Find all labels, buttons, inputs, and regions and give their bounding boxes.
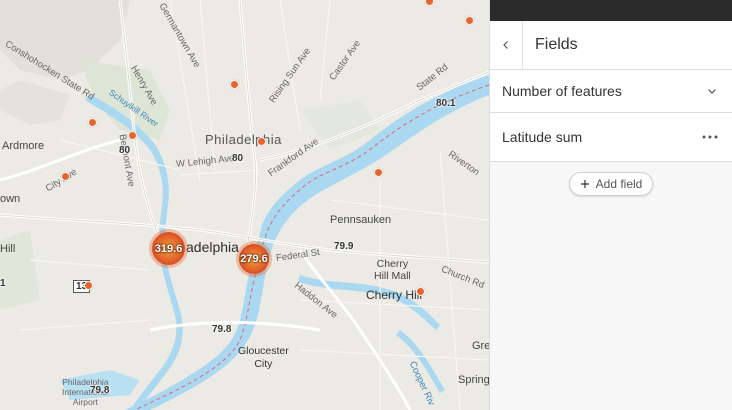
route-shield: 80 [232,153,244,164]
add-field-button[interactable]: Add field [568,172,654,196]
route-shield: 80 [119,145,131,156]
spring-label: Spring [458,374,489,386]
ardmore-label: Ardmore [2,140,45,152]
feature-point[interactable] [128,131,137,140]
feature-point[interactable] [88,118,97,127]
own-label: own [0,193,21,205]
add-field-wrap: Add field [490,162,732,196]
more-options-icon[interactable] [702,135,718,139]
chevron-left-icon [501,40,511,50]
route-shield: 80.1 [436,98,456,109]
route-shield: 79.8 [90,385,110,396]
feature-point[interactable] [61,172,70,181]
add-field-label: Add field [595,177,643,191]
field-row-label: Number of features [502,83,622,99]
feature-point[interactable] [465,16,474,25]
feature-point[interactable] [230,80,239,89]
panel-header: Fields [490,21,732,70]
pennsauken-label: Pennsauken [330,214,392,226]
field-row-label: Latitude sum [502,129,583,145]
cherry-hill-mall-label: Cherry Hill Mall [374,258,411,282]
back-button[interactable] [490,21,523,69]
cluster-marker[interactable]: 319.6 [152,232,185,265]
chevron-down-icon[interactable] [706,85,718,97]
feature-point[interactable] [374,168,383,177]
field-row-number-of-features[interactable]: Number of features [490,70,732,113]
philadelphia-city-label: adelphia [186,239,239,255]
panel-top-bar [490,0,732,21]
panel-title: Fields [535,36,578,53]
route-shield: 1 [0,278,6,289]
route-shield: 79.8 [212,324,232,335]
gre-label: Gre [472,340,489,352]
route-shield: 79.9 [334,241,354,252]
feature-point[interactable] [257,137,266,146]
philadelphia-region-label: Philadelphia [205,132,282,147]
feature-point[interactable] [84,281,93,290]
feature-point[interactable] [416,287,425,296]
hill-label: Hill [0,243,16,255]
fields-panel: Fields Number of features Latitude sum A… [489,0,732,410]
cherry-hill-label: Cherry Hill [366,288,423,302]
cluster-marker[interactable]: 279.6 [239,244,269,274]
field-row-latitude-sum[interactable]: Latitude sum [490,113,732,162]
map-view[interactable]: Germantown Ave Henry Ave Rising Sun Ave … [0,0,489,410]
plus-icon [580,179,590,189]
gloucester-city-label: Gloucester City [238,345,289,370]
